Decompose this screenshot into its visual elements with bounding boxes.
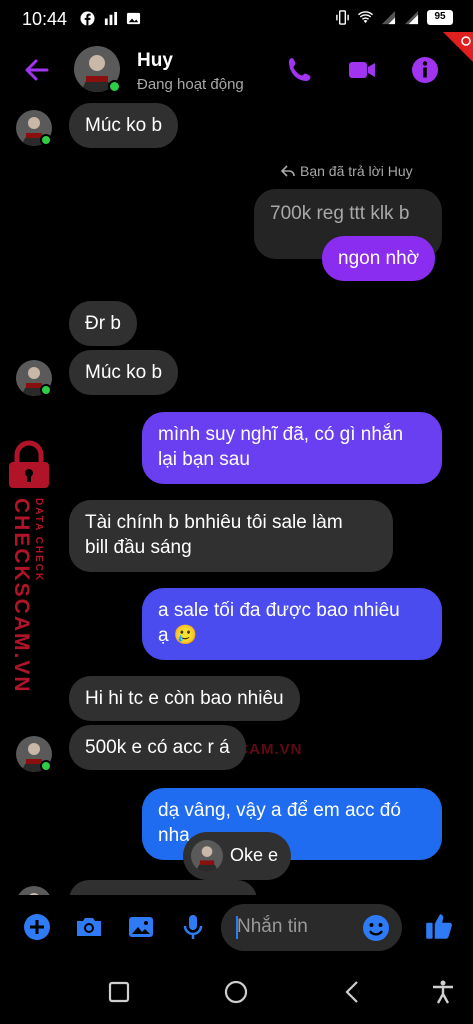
online-indicator bbox=[108, 80, 121, 93]
phone-call-icon[interactable] bbox=[285, 55, 315, 85]
signal-bars-icon bbox=[104, 11, 118, 26]
message-line: lại bạn sau bbox=[158, 449, 250, 470]
typing-indicator[interactable]: Oke e bbox=[183, 832, 291, 880]
watermark-checkscam: CHECKSCAM.VN DATA CHECK bbox=[3, 440, 55, 694]
message-input[interactable]: Nhắn tin bbox=[221, 904, 402, 951]
thumbs-up-icon[interactable] bbox=[423, 910, 455, 942]
watermark-text: CHECKSCAM.VN bbox=[10, 498, 33, 694]
online-indicator bbox=[40, 760, 52, 772]
battery-icon: 95 bbox=[427, 10, 453, 25]
received-message[interactable]: Tài chính b bnhiêu tôi sale làm bill đầu… bbox=[69, 500, 393, 572]
cell-signal-2-icon bbox=[404, 10, 419, 25]
back-icon[interactable] bbox=[340, 979, 366, 1005]
message-input-placeholder: Nhắn tin bbox=[237, 916, 308, 937]
sent-message[interactable]: mình suy nghĩ đã, có gì nhắn lại bạn sau bbox=[142, 412, 442, 484]
received-message[interactable]: Đr b bbox=[69, 301, 137, 346]
notification-icons bbox=[80, 11, 141, 26]
composer-bar: Nhắn tin bbox=[0, 895, 473, 961]
received-message[interactable]: Hi hi tc e còn bao nhiêu bbox=[69, 676, 300, 721]
gallery-icon bbox=[126, 12, 141, 25]
facebook-icon bbox=[80, 11, 95, 26]
online-indicator bbox=[40, 384, 52, 396]
reply-note: Bạn đã trả lời Huy bbox=[281, 163, 413, 179]
reply-note-text: Bạn đã trả lời Huy bbox=[300, 163, 413, 179]
accessibility-icon[interactable] bbox=[430, 979, 456, 1005]
back-arrow-icon[interactable] bbox=[22, 55, 52, 85]
cell-signal-1-icon bbox=[381, 10, 396, 25]
message-line: Tài chính b bnhiêu tôi sale làm bbox=[85, 512, 343, 533]
gallery-icon[interactable] bbox=[126, 912, 156, 942]
message-line: mình suy nghĩ đã, có gì nhắn bbox=[158, 424, 404, 445]
wifi-icon bbox=[358, 11, 373, 24]
typing-avatar bbox=[191, 840, 223, 872]
system-navigation-bar bbox=[0, 961, 473, 1024]
message-line: a sale tối đa được bao nhiêu bbox=[158, 600, 400, 621]
received-message[interactable]: Múc ko b bbox=[69, 350, 179, 395]
typing-text: Oke e bbox=[230, 845, 279, 865]
status-time: 10:44 bbox=[22, 9, 68, 29]
status-bar: 10:44 95 bbox=[0, 0, 473, 38]
emoji-icon[interactable] bbox=[361, 913, 391, 943]
sent-message[interactable]: a sale tối đa được bao nhiêu ạ 🥲 bbox=[142, 588, 442, 660]
sent-message[interactable]: ngon nhờ bbox=[322, 236, 436, 281]
camera-icon[interactable] bbox=[74, 912, 104, 942]
contact-status: Đang hoạt động bbox=[137, 76, 244, 93]
message-line: ạ 🥲 bbox=[158, 625, 198, 646]
chat-header: Huy Đang hoạt động bbox=[0, 38, 473, 102]
microphone-icon[interactable] bbox=[178, 912, 208, 942]
reply-arrow-icon bbox=[281, 165, 295, 177]
system-icons: 95 bbox=[335, 10, 453, 25]
message-line: dạ vâng, vậy a để em acc đó bbox=[158, 800, 401, 821]
online-indicator bbox=[40, 134, 52, 146]
lock-icon bbox=[9, 440, 49, 488]
received-message[interactable]: Múc ko b bbox=[69, 103, 179, 148]
recent-apps-icon[interactable] bbox=[106, 979, 132, 1005]
home-icon[interactable] bbox=[223, 979, 249, 1005]
contact-name[interactable]: Huy bbox=[137, 50, 173, 72]
watermark-small-text: DATA CHECK bbox=[33, 498, 44, 583]
vibrate-icon bbox=[336, 10, 349, 25]
message-line: bill đầu sáng bbox=[85, 537, 192, 558]
video-call-icon[interactable] bbox=[347, 55, 377, 85]
info-icon[interactable] bbox=[410, 55, 440, 85]
received-message[interactable]: 500k e có acc r á bbox=[69, 725, 246, 770]
plus-icon[interactable] bbox=[22, 912, 52, 942]
